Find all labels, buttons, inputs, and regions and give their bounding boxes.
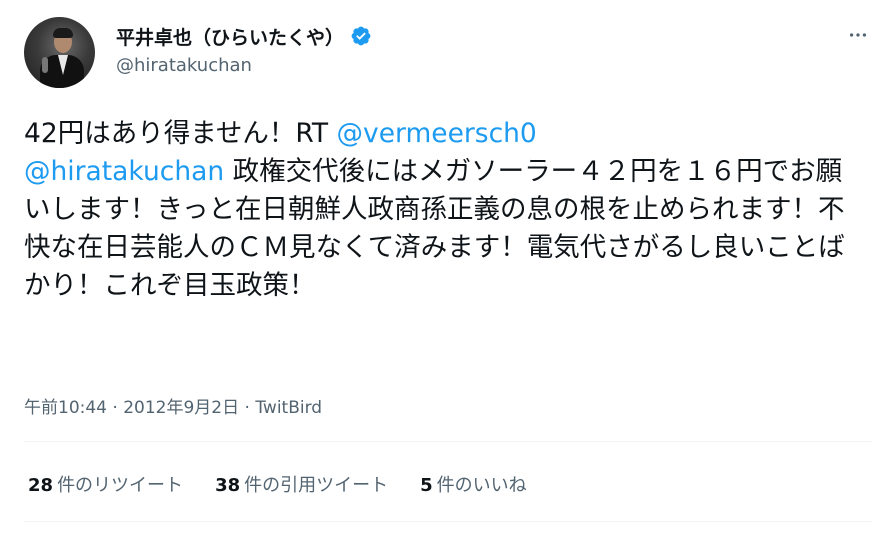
author-name-row: 平井卓也（ひらいたくや） (116, 22, 372, 50)
tweet-time[interactable]: 午前10:44 (24, 398, 107, 418)
quotes-count: 38 (215, 475, 241, 496)
likes-stat[interactable]: 5 件のいいね (420, 471, 527, 497)
author-handle[interactable]: @hiratakuchan (116, 55, 252, 76)
likes-count: 5 (420, 475, 433, 496)
retweets-count: 28 (28, 475, 54, 496)
tweet-meta: 午前10:44 · 2012年9月2日 · TwitBird (24, 393, 322, 418)
mention-link[interactable]: @vermeersch0 (337, 118, 537, 149)
divider (24, 441, 872, 442)
avatar[interactable] (24, 17, 95, 88)
retweets-stat[interactable]: 28 件のリツイート (28, 471, 183, 497)
tweet-date[interactable]: 2012年9月2日 (123, 398, 239, 418)
tweet-stats: 28 件のリツイート 38 件の引用ツイート 5 件のいいね (28, 470, 559, 498)
verified-badge-icon (350, 25, 372, 47)
avatar-mic (42, 57, 48, 73)
meta-separator: · (239, 398, 256, 418)
tweet-detail: 平井卓也（ひらいたくや） @hiratakuchan 42円はあり得ません！RT… (0, 0, 891, 537)
tweet-text: 42円はあり得ません！RT @vermeersch0 @hiratakuchan… (24, 115, 864, 305)
avatar-hair (53, 28, 73, 38)
more-options-icon[interactable] (843, 22, 873, 48)
meta-separator: · (107, 398, 124, 418)
quotes-label: 件の引用ツイート (244, 475, 389, 496)
divider (24, 521, 872, 522)
mention-link[interactable]: @hiratakuchan (24, 156, 224, 187)
likes-label: 件のいいね (436, 475, 527, 496)
tweet-source[interactable]: TwitBird (255, 398, 322, 418)
retweets-label: 件のリツイート (57, 475, 184, 496)
author-display-name[interactable]: 平井卓也（ひらいたくや） (116, 23, 344, 50)
quotes-stat[interactable]: 38 件の引用ツイート (215, 471, 388, 497)
tweet-text-segment: 42円はあり得ません！RT (24, 118, 337, 149)
